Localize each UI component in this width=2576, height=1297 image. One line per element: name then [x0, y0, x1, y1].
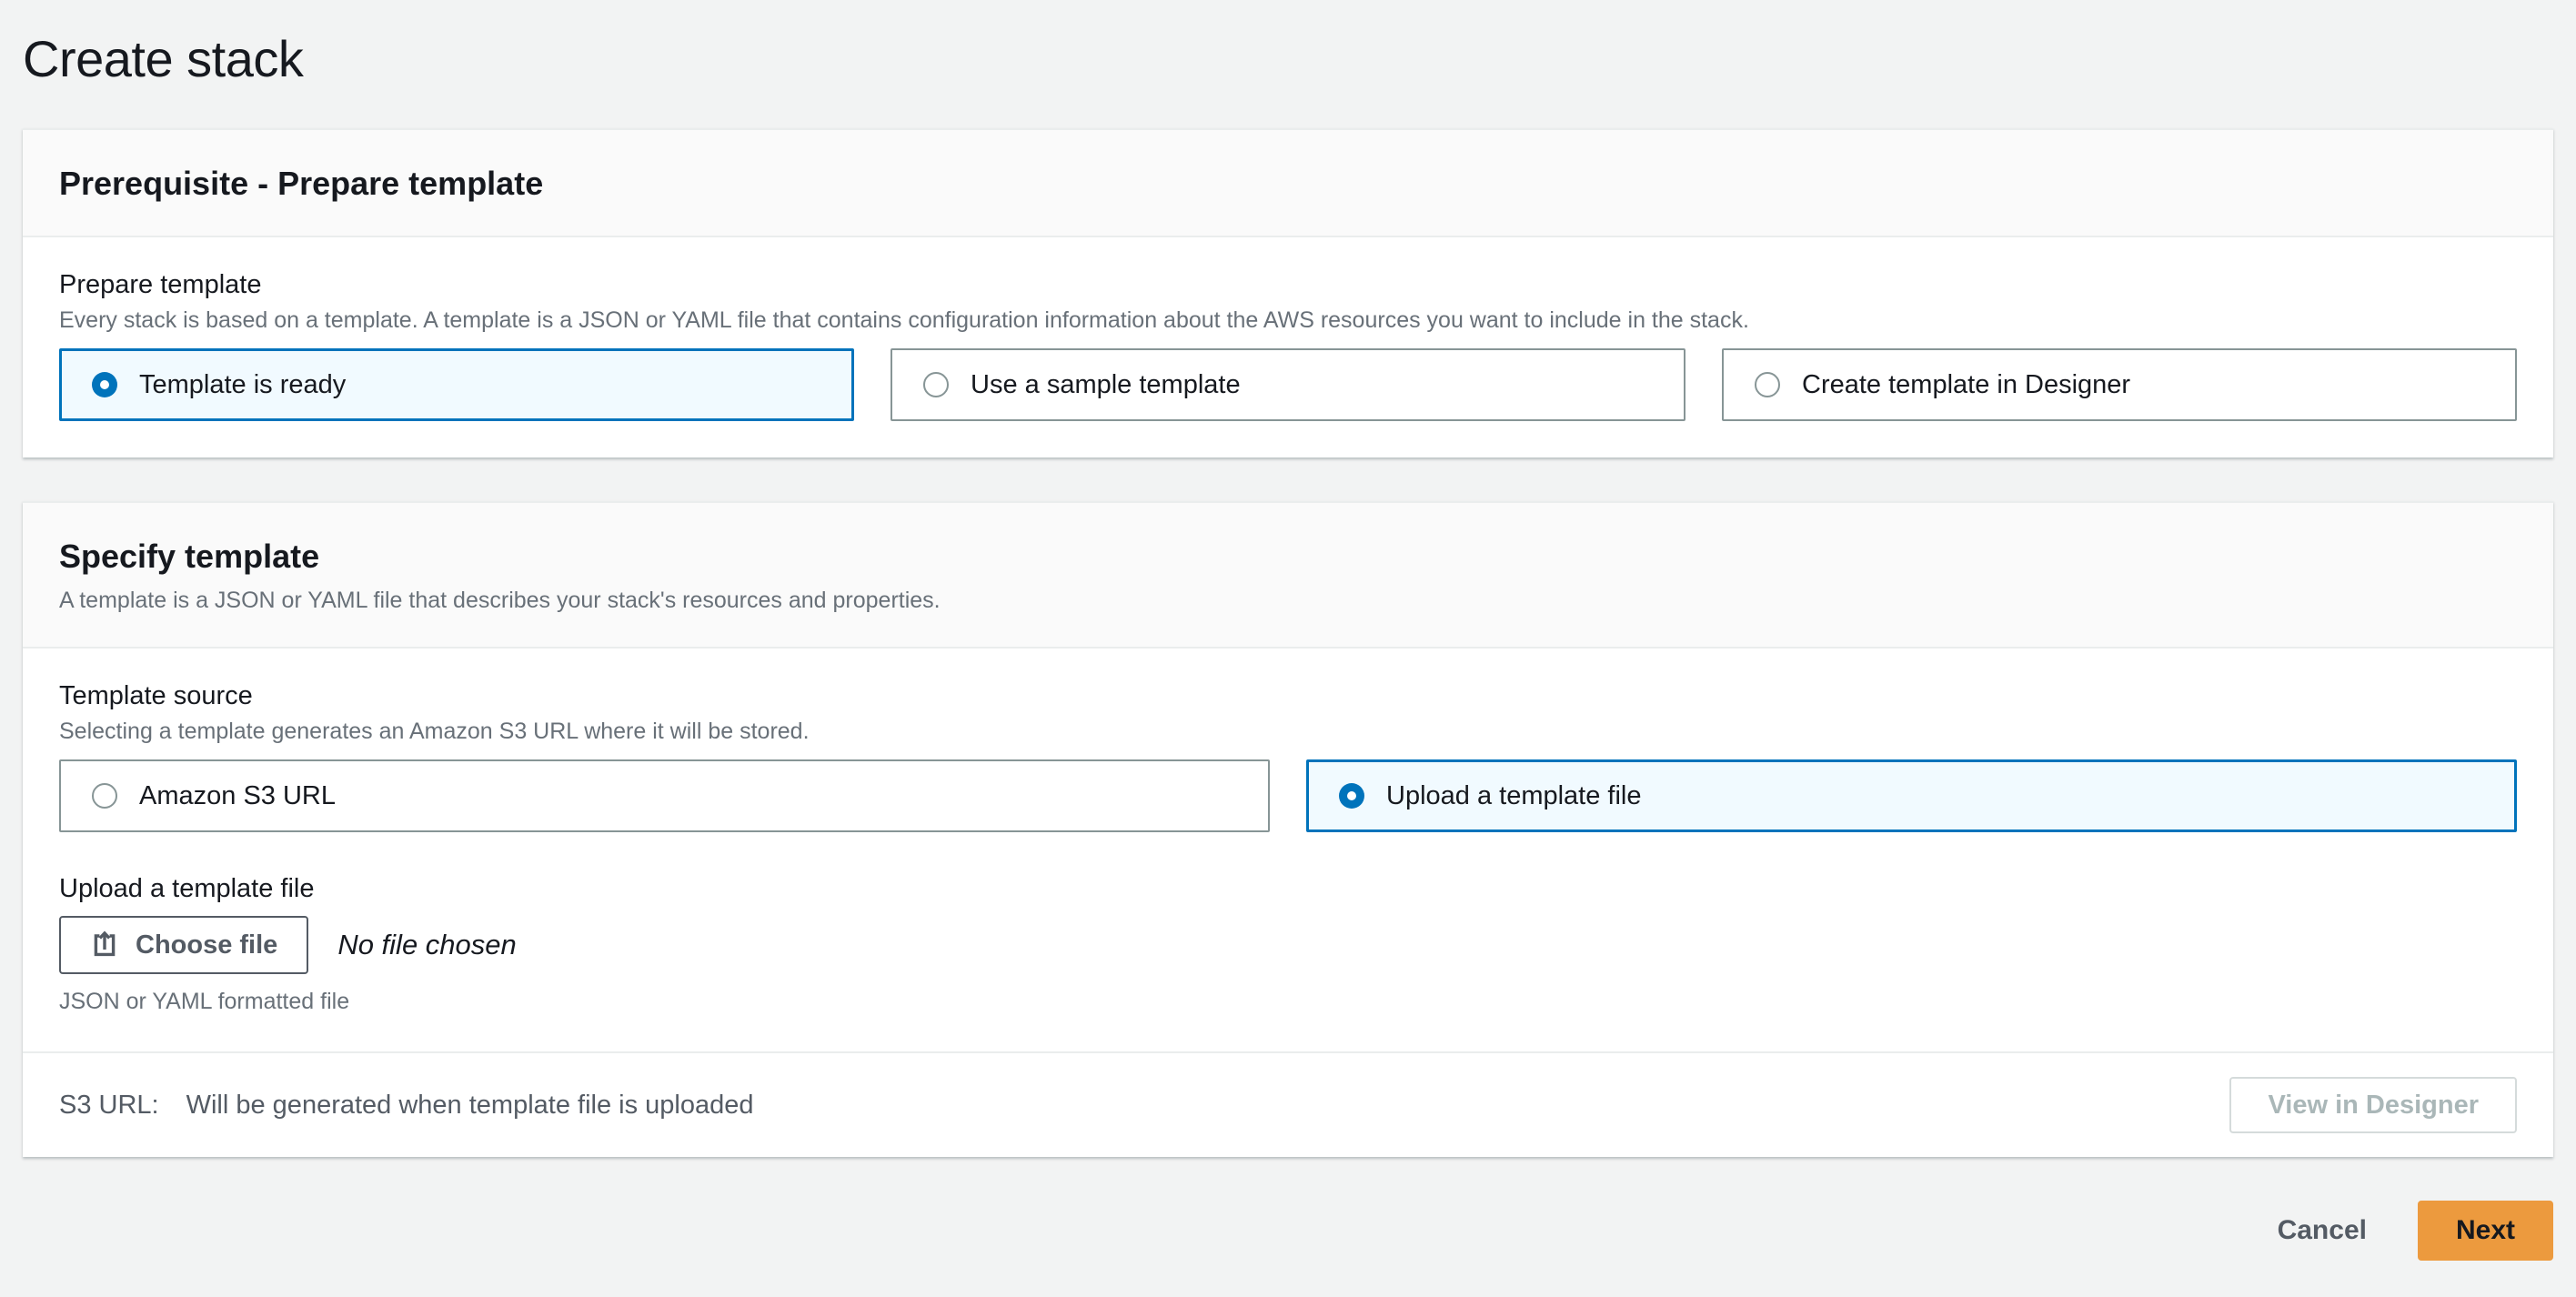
radio-unchecked-icon[interactable] — [1755, 372, 1780, 397]
upload-row: Choose file No file chosen — [59, 916, 2517, 974]
specify-template-panel-body: Template source Selecting a template gen… — [23, 648, 2553, 1051]
s3-url-value: Will be generated when template file is … — [186, 1090, 754, 1120]
template-source-radio-group: Amazon S3 URL Upload a template file — [59, 759, 2517, 832]
choose-file-button[interactable]: Choose file — [59, 916, 309, 974]
s3-url-label: S3 URL: — [59, 1090, 159, 1120]
tile-label: Template is ready — [139, 369, 347, 399]
upload-hint: JSON or YAML formatted file — [59, 989, 350, 1014]
radio-checked-icon[interactable] — [1339, 783, 1364, 809]
tile-label: Upload a template file — [1386, 780, 1642, 810]
tile-label: Amazon S3 URL — [139, 780, 336, 810]
specify-template-panel-description: A template is a JSON or YAML file that d… — [59, 588, 941, 613]
tile-amazon-s3-url[interactable]: Amazon S3 URL — [59, 759, 1270, 832]
tile-label: Create template in Designer — [1802, 369, 2131, 399]
radio-checked-icon[interactable] — [92, 372, 117, 397]
next-button[interactable]: Next — [2417, 1201, 2553, 1261]
create-stack-page: Create stack Prerequisite - Prepare temp… — [0, 0, 2576, 1297]
prepare-template-label: Prepare template — [59, 270, 262, 299]
file-status-text: No file chosen — [337, 929, 517, 960]
template-source-description: Selecting a template generates an Amazon… — [59, 719, 810, 744]
tile-upload-template-file[interactable]: Upload a template file — [1306, 759, 2517, 832]
specify-template-panel-footer: S3 URL: Will be generated when template … — [23, 1051, 2553, 1157]
upload-template-field: Upload a template file Choose file No fi — [59, 872, 2517, 1015]
tile-label: Use a sample template — [971, 369, 1241, 399]
upload-template-label: Upload a template file — [59, 874, 315, 903]
page-title: Create stack — [23, 30, 304, 87]
s3-url-row: S3 URL: Will be generated when template … — [59, 1091, 754, 1121]
upload-icon — [90, 930, 119, 960]
tile-template-is-ready[interactable]: Template is ready — [59, 348, 854, 421]
tile-use-sample-template[interactable]: Use a sample template — [891, 348, 1685, 421]
wizard-actions: Cancel Next — [23, 1201, 2553, 1297]
specify-template-panel: Specify template A template is a JSON or… — [23, 501, 2553, 1157]
radio-unchecked-icon[interactable] — [92, 783, 117, 809]
prerequisite-panel-header: Prerequisite - Prepare template — [23, 130, 2553, 237]
template-source-label: Template source — [59, 681, 253, 710]
tile-create-template-in-designer[interactable]: Create template in Designer — [1722, 348, 2517, 421]
specify-template-panel-title: Specify template — [59, 538, 320, 575]
cancel-button[interactable]: Cancel — [2278, 1215, 2367, 1246]
prerequisite-panel-body: Prepare template Every stack is based on… — [23, 237, 2553, 457]
radio-unchecked-icon[interactable] — [923, 372, 949, 397]
prepare-template-radio-group: Template is ready Use a sample template … — [59, 348, 2517, 421]
choose-file-label: Choose file — [136, 930, 278, 960]
prerequisite-panel-title: Prerequisite - Prepare template — [59, 165, 544, 202]
specify-template-panel-header: Specify template A template is a JSON or… — [23, 503, 2553, 648]
prepare-template-description: Every stack is based on a template. A te… — [59, 307, 1749, 333]
prerequisite-panel: Prerequisite - Prepare template Prepare … — [23, 128, 2553, 457]
view-in-designer-button[interactable]: View in Designer — [2229, 1077, 2517, 1133]
